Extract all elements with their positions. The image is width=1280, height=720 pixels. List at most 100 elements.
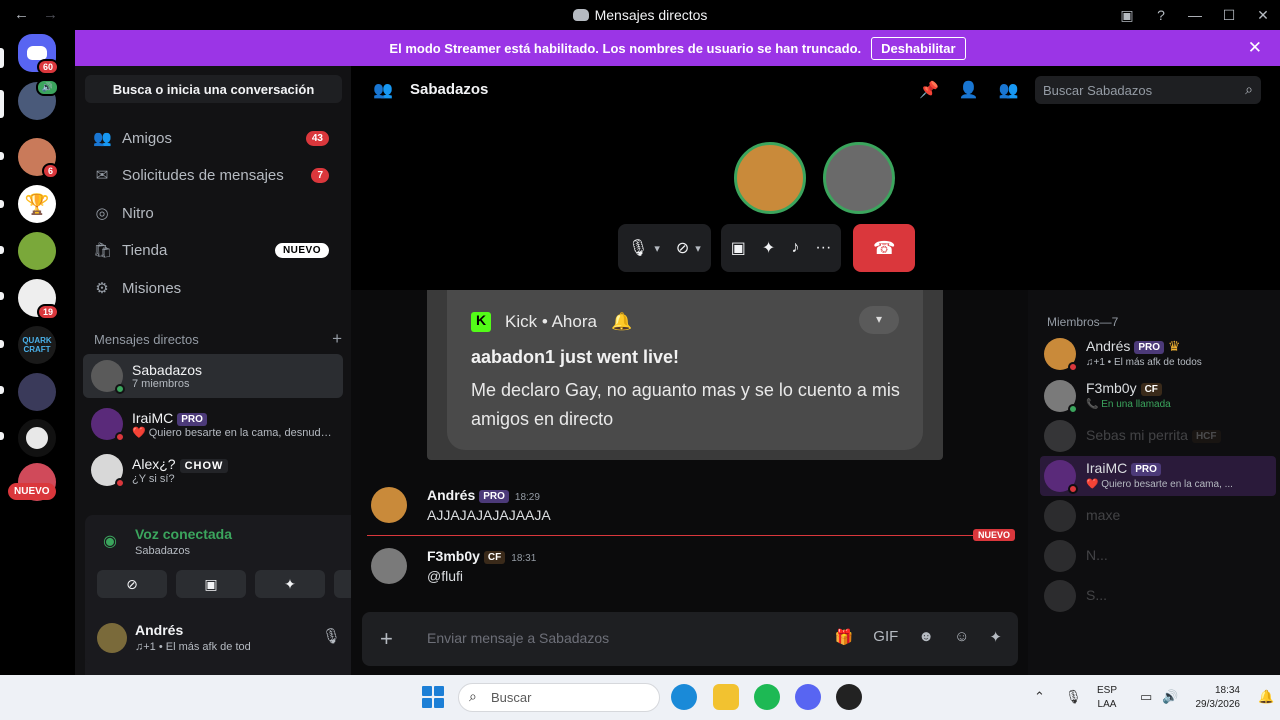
edge-browser-icon[interactable] xyxy=(671,684,697,710)
guild-icon[interactable] xyxy=(18,419,56,457)
trophy-guild-icon[interactable]: 🏆 xyxy=(18,185,56,223)
member-item[interactable]: IraiMC PRO ❤️ Quiero besarte en la cama, … xyxy=(1040,456,1276,496)
dm-home-button[interactable]: 60 xyxy=(18,34,59,75)
guild-selected-pill xyxy=(0,48,4,68)
message-author[interactable]: Andrés xyxy=(427,487,475,503)
create-dm-icon[interactable]: + xyxy=(332,329,342,349)
help-icon[interactable]: ? xyxy=(1144,7,1178,23)
voice-dm-avatar[interactable]: 🔊 xyxy=(18,79,59,120)
screen-share-button[interactable]: ▣ xyxy=(176,570,246,598)
maximize-button[interactable]: ☐ xyxy=(1212,7,1246,24)
emoji-icon[interactable]: ☺ xyxy=(954,628,969,646)
member-item[interactable]: Sebas mi perrita HCF xyxy=(1040,416,1276,456)
minimize-button[interactable]: — xyxy=(1178,7,1212,23)
member-item[interactable]: maxe xyxy=(1040,496,1276,536)
camera-off-icon[interactable]: ⊘ xyxy=(676,238,689,258)
activities-icon[interactable]: ✦ xyxy=(762,238,775,258)
guild-icon[interactable] xyxy=(18,373,56,411)
guild-icon[interactable] xyxy=(18,232,56,270)
sticker-icon[interactable]: ☻ xyxy=(918,628,934,646)
disable-streamer-button[interactable]: Deshabilitar xyxy=(871,36,966,60)
soundboard-icon[interactable]: ♪ xyxy=(791,239,799,257)
activities-button[interactable]: ✦ xyxy=(255,570,325,598)
language-indicator[interactable]: ESP LAA xyxy=(1097,684,1117,712)
call-participant-avatar[interactable] xyxy=(734,142,806,214)
user-name: Andrés xyxy=(135,622,184,638)
requests-count-badge: 7 xyxy=(311,167,329,183)
author-avatar[interactable] xyxy=(371,548,407,584)
hcf-tag: HCF xyxy=(1191,430,1221,443)
file-explorer-icon[interactable] xyxy=(713,684,739,710)
member-list-icon[interactable]: 👥 xyxy=(999,80,1019,100)
member-item[interactable]: Andrés PRO ♛ ♫+1 • El más afk de todos xyxy=(1040,334,1276,374)
add-friends-icon[interactable]: 👤 xyxy=(959,80,979,100)
channel-search-input[interactable]: Buscar Sabadazos ⌕ xyxy=(1035,76,1261,104)
chow-tag: CHOW xyxy=(179,458,229,473)
system-clock[interactable]: 18:34 29/3/2026 xyxy=(1186,684,1241,712)
language-code: ESP xyxy=(1097,685,1118,696)
member-avatar xyxy=(1044,500,1076,532)
member-name: F3mb0y xyxy=(1086,380,1137,396)
gift-icon[interactable]: 🎁 xyxy=(835,628,854,646)
member-item[interactable]: F3mb0y CF 📞 En una llamada xyxy=(1040,376,1276,416)
dm-item-sabadazos[interactable]: Sabadazos 7 miembros xyxy=(83,354,343,398)
spotify-icon[interactable] xyxy=(754,684,780,710)
nav-nitro-label: Nitro xyxy=(122,204,154,222)
guild-pill xyxy=(0,292,4,300)
group-avatar xyxy=(91,360,125,394)
guild-icon[interactable]: 6 xyxy=(18,138,59,179)
chevron-up-icon[interactable]: ⌃ xyxy=(1034,689,1045,705)
pro-tag: PRO xyxy=(479,490,509,503)
shared-notification-image[interactable]: K Kick • Ahora 🔔 ▾ aabadon1 just went li… xyxy=(427,290,943,460)
gif-icon[interactable]: GIF xyxy=(873,628,898,646)
member-avatar xyxy=(1044,380,1078,414)
microphone-icon[interactable]: 🎙 xyxy=(628,238,648,258)
voice-status[interactable]: Voz conectada xyxy=(135,526,232,542)
channel-header: 👥 Sabadazos 📌 👤 👥 Buscar Sabadazos ⌕ xyxy=(351,66,1280,114)
member-item[interactable]: N... xyxy=(1040,536,1276,576)
dm-item-iraimc[interactable]: IraiMC PRO ❤️ Quiero besarte en la cama, … xyxy=(83,402,343,446)
volume-icon[interactable]: 🔊 xyxy=(1162,689,1178,705)
attach-plus-icon[interactable]: + xyxy=(380,626,393,652)
find-conversation-button[interactable]: Busca o inicia una conversación xyxy=(85,75,342,103)
inbox-icon[interactable]: ▣ xyxy=(1110,7,1144,24)
call-controls: 🎙 ▾ ⊘ ▾ ▣ ✦ ♪ ··· ☎ xyxy=(618,224,916,272)
close-banner-icon[interactable]: ✕ xyxy=(1248,38,1262,58)
network-icon[interactable]: ▭ xyxy=(1140,689,1152,705)
envelope-icon: ✉ xyxy=(95,167,109,184)
pin-icon[interactable]: 📌 xyxy=(919,80,939,100)
nav-quests[interactable]: ⚙ Misiones xyxy=(83,270,343,306)
nav-friends[interactable]: 👥 Amigos 43 xyxy=(83,120,343,156)
discord-taskbar-icon[interactable] xyxy=(795,684,821,710)
obs-taskbar-icon[interactable] xyxy=(836,684,862,710)
guild-icon[interactable]: 19 xyxy=(18,279,59,320)
microphone-tray-icon[interactable]: 🎙 xyxy=(1065,689,1082,705)
user-avatar[interactable] xyxy=(97,623,127,653)
notification-title: aabadon1 just went live! xyxy=(471,347,680,367)
apps-icon[interactable]: ✦ xyxy=(989,628,1002,646)
taskbar-search-input[interactable]: ⌕ Buscar xyxy=(458,683,660,712)
member-status: ♫+1 • El más afk de todos xyxy=(1086,357,1202,368)
dm-item-alex[interactable]: Alex¿? CHOW ¿Y si sí? xyxy=(83,448,343,492)
quark-craft-guild[interactable]: QUARK CRAFT xyxy=(18,326,56,364)
message-input[interactable]: Enviar mensaje a Sabadazos xyxy=(427,630,609,646)
nav-message-requests[interactable]: ✉ Solicitudes de mensajes 7 xyxy=(83,157,343,193)
voice-channel-name[interactable]: Sabadazos xyxy=(135,545,190,557)
close-window-button[interactable]: ✕ xyxy=(1246,7,1280,24)
nav-shop[interactable]: 🛍 Tienda NUEVO xyxy=(83,232,343,268)
author-avatar[interactable] xyxy=(371,487,407,523)
call-participant-avatar[interactable] xyxy=(823,142,895,214)
screen-share-icon[interactable]: ▣ xyxy=(731,238,746,258)
chevron-down-icon[interactable]: ▾ xyxy=(695,242,701,255)
nav-nitro[interactable]: ◎ Nitro xyxy=(83,195,343,231)
camera-off-button[interactable]: ⊘ xyxy=(97,570,167,598)
more-options-icon[interactable]: ··· xyxy=(815,239,831,257)
hang-up-button[interactable]: ☎ xyxy=(853,224,916,272)
message-author[interactable]: F3mb0y xyxy=(427,548,480,564)
microphone-icon[interactable]: 🎙 xyxy=(322,627,341,645)
windows-start-button[interactable] xyxy=(422,686,444,708)
chevron-down-icon[interactable]: ▾ xyxy=(654,242,660,255)
notifications-icon[interactable]: 🔔 xyxy=(1258,689,1274,705)
member-item[interactable]: S... xyxy=(1040,576,1276,616)
dm-name: IraiMC xyxy=(132,409,174,426)
